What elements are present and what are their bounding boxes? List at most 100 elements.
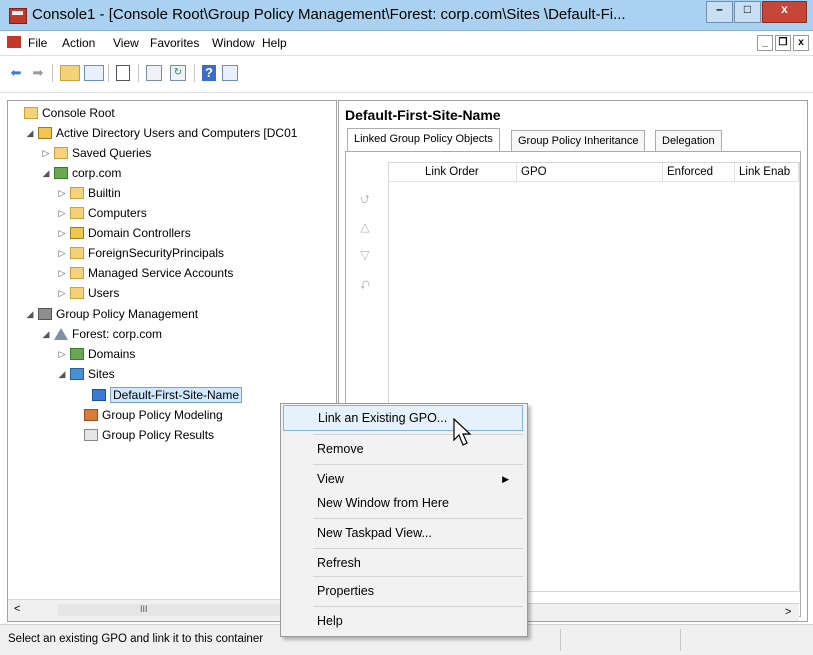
- properties-icon[interactable]: [116, 65, 130, 81]
- collapse-arrow-icon[interactable]: ◢: [40, 163, 52, 183]
- tree-item-domain-controllers[interactable]: ▷ Domain Controllers: [56, 223, 191, 243]
- move-to-bottom-icon[interactable]: ⮏: [358, 276, 372, 297]
- tree-item-sites[interactable]: ◢ Sites: [56, 364, 115, 384]
- mmc-app-icon[interactable]: [9, 8, 27, 24]
- menu-item-remove[interactable]: Remove: [283, 436, 523, 462]
- tree-item-corp-com[interactable]: ◢ corp.com: [40, 163, 122, 183]
- menu-file[interactable]: File: [28, 36, 47, 50]
- folder-icon: [70, 187, 84, 199]
- toolbar-separator: [138, 64, 139, 82]
- ad-users-computers-icon: [38, 127, 52, 139]
- toolbar-separator: [194, 64, 195, 82]
- toolbar-separator: [52, 64, 53, 82]
- menu-help[interactable]: Help: [262, 36, 287, 50]
- close-button[interactable]: x: [762, 1, 807, 23]
- action-pane-icon[interactable]: [222, 65, 238, 81]
- column-enforced[interactable]: Enforced: [663, 163, 735, 181]
- move-down-icon[interactable]: ▽: [358, 248, 372, 262]
- site-icon: [92, 389, 106, 401]
- back-icon[interactable]: ⬅: [6, 63, 26, 83]
- tree-item-group-policy-results[interactable]: Group Policy Results: [70, 425, 214, 445]
- folder-icon: [70, 267, 84, 279]
- menu-action[interactable]: Action: [62, 36, 95, 50]
- show-hide-tree-icon[interactable]: [84, 65, 104, 81]
- menu-item-new-taskpad-view[interactable]: New Taskpad View...: [283, 520, 523, 546]
- mouse-pointer-icon: [453, 418, 472, 446]
- column-link-enabled[interactable]: Link Enab: [735, 163, 799, 181]
- tree-item-console-root[interactable]: Console Root: [10, 103, 115, 123]
- tree-item-group-policy-modeling[interactable]: Group Policy Modeling: [70, 405, 223, 425]
- group-policy-management-icon: [38, 308, 52, 320]
- ou-icon: [70, 227, 84, 239]
- collapse-arrow-icon[interactable]: ◢: [40, 324, 52, 344]
- tree-item-forest[interactable]: ◢ Forest: corp.com: [40, 324, 163, 344]
- mdi-close-button[interactable]: x: [793, 35, 809, 51]
- maximize-button[interactable]: □: [734, 1, 761, 23]
- toolbar-separator: [108, 64, 109, 82]
- collapse-arrow-icon[interactable]: ◢: [24, 304, 36, 324]
- tree-item-default-first-site-name[interactable]: Default-First-Site-Name: [90, 385, 243, 405]
- tab-linked-gpos[interactable]: Linked Group Policy Objects: [347, 128, 500, 152]
- up-folder-icon[interactable]: [60, 65, 80, 81]
- menu-item-link-existing-gpo[interactable]: Link an Existing GPO...: [283, 405, 523, 431]
- minimize-button[interactable]: –: [706, 1, 733, 23]
- folder-icon: [70, 287, 84, 299]
- tree-item-builtin[interactable]: ▷ Builtin: [56, 183, 121, 203]
- menu-view[interactable]: View: [113, 36, 139, 50]
- refresh-icon[interactable]: ↻: [170, 65, 186, 81]
- move-to-top-icon[interactable]: ⮍: [358, 190, 372, 211]
- expand-arrow-icon[interactable]: ▷: [56, 283, 68, 303]
- scrollbar-grip: III: [140, 604, 148, 614]
- tab-gp-inheritance[interactable]: Group Policy Inheritance: [511, 130, 646, 152]
- menu-favorites[interactable]: Favorites: [150, 36, 199, 50]
- menu-separator: [313, 464, 523, 465]
- title-bar: Console1 - [Console Root\Group Policy Ma…: [0, 0, 813, 31]
- folder-icon: [70, 247, 84, 259]
- menu-item-view[interactable]: View ▶: [283, 466, 523, 492]
- collapse-arrow-icon[interactable]: ◢: [24, 123, 36, 143]
- console-root-icon: [24, 107, 38, 119]
- toolbar: ⬅ ➡ ↻ ?: [0, 56, 813, 93]
- expand-arrow-icon[interactable]: ▷: [56, 263, 68, 283]
- tree-item-domains[interactable]: ▷ Domains: [56, 344, 136, 364]
- collapse-arrow-icon[interactable]: ◢: [56, 364, 68, 384]
- tree-item-group-policy-management[interactable]: ◢ Group Policy Management: [24, 304, 199, 324]
- console-icon[interactable]: [7, 36, 21, 48]
- page-title: Default-First-Site-Name: [345, 107, 501, 123]
- menu-item-properties[interactable]: Properties: [283, 578, 523, 604]
- mdi-restore-button[interactable]: ❐: [775, 35, 791, 51]
- tree-item-users[interactable]: ▷ Users: [56, 283, 120, 303]
- tree-item-managed-service-accounts[interactable]: ▷ Managed Service Accounts: [56, 263, 234, 283]
- move-up-icon[interactable]: △: [358, 220, 372, 234]
- submenu-arrow-icon: ▶: [502, 474, 509, 484]
- mdi-minimize-button[interactable]: _: [757, 35, 773, 51]
- forward-icon[interactable]: ➡: [28, 63, 48, 83]
- scroll-left-button[interactable]: <: [14, 603, 20, 615]
- menu-item-new-window[interactable]: New Window from Here: [283, 490, 523, 516]
- column-link-order[interactable]: Link Order: [389, 163, 517, 181]
- forest-icon: [54, 328, 68, 340]
- expand-arrow-icon[interactable]: ▷: [56, 203, 68, 223]
- tab-delegation[interactable]: Delegation: [655, 130, 722, 152]
- export-icon[interactable]: [146, 65, 162, 81]
- domain-icon: [54, 167, 68, 179]
- help-icon[interactable]: ?: [202, 65, 216, 81]
- column-gpo[interactable]: GPO: [517, 163, 663, 181]
- expand-arrow-icon[interactable]: ▷: [56, 183, 68, 203]
- tree-item-ad-users-computers[interactable]: ◢ Active Directory Users and Computers [D…: [24, 123, 298, 143]
- menu-window[interactable]: Window: [212, 36, 255, 50]
- expand-arrow-icon[interactable]: ▷: [40, 143, 52, 163]
- tree-item-saved-queries[interactable]: ▷ Saved Queries: [40, 143, 152, 163]
- menu-separator: [313, 518, 523, 519]
- menu-item-refresh[interactable]: Refresh: [283, 550, 523, 576]
- selected-node-label: Default-First-Site-Name: [110, 387, 243, 403]
- scroll-right-button[interactable]: >: [785, 606, 791, 618]
- list-header: Link Order GPO Enforced Link Enab: [389, 163, 799, 182]
- expand-arrow-icon[interactable]: ▷: [56, 344, 68, 364]
- expand-arrow-icon[interactable]: ▷: [56, 223, 68, 243]
- tree-item-foreign-security-principals[interactable]: ▷ ForeignSecurityPrincipals: [56, 243, 225, 263]
- menu-item-help[interactable]: Help: [283, 608, 523, 634]
- expand-arrow-icon[interactable]: ▷: [56, 243, 68, 263]
- tree-item-computers[interactable]: ▷ Computers: [56, 203, 147, 223]
- gp-results-icon: [84, 429, 98, 441]
